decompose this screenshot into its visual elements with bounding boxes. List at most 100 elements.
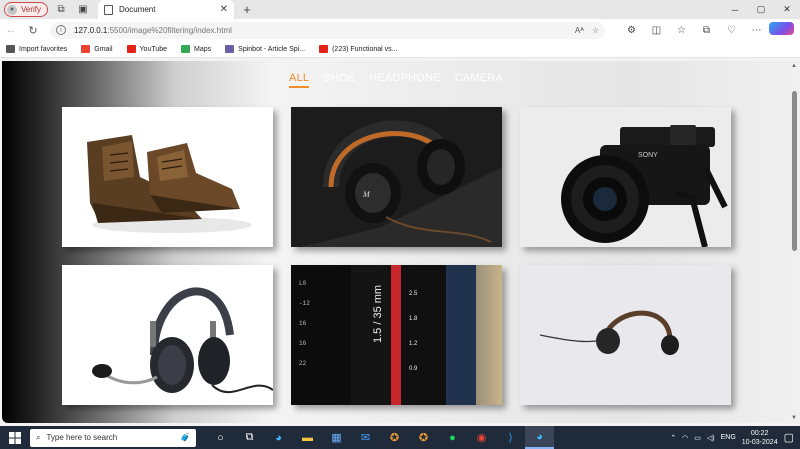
headphone-marshall-graphic: M <box>291 107 502 247</box>
close-tab-icon[interactable]: ✕ <box>220 4 228 15</box>
workspaces-icon[interactable]: ⧉ <box>52 1 70 19</box>
spotify-icon[interactable]: ● <box>438 426 467 449</box>
app-badge-icon[interactable]: ✪ <box>380 426 409 449</box>
file-explorer-icon[interactable]: ▬ <box>293 426 322 449</box>
scrollbar-thumb[interactable] <box>792 91 797 251</box>
youtube-icon <box>126 45 136 53</box>
tab-title: Document <box>119 5 156 14</box>
headphone-white-bg-graphic <box>520 265 731 405</box>
bookmark-label: Maps <box>194 45 212 53</box>
filter-camera[interactable]: CAMERA <box>455 72 503 88</box>
headphone-marshall-image[interactable]: M <box>291 107 502 247</box>
mail-icon[interactable]: ✉ <box>351 426 380 449</box>
lens-label: 1.5 / 35 mm <box>372 285 384 343</box>
search-icon: ⌕ <box>36 432 41 442</box>
headset-mic-graphic <box>62 265 273 405</box>
refresh-button[interactable]: ↻ <box>22 19 44 41</box>
app-badge-2-icon[interactable]: ✪ <box>409 426 438 449</box>
toolbar-actions: ⚙ ◫ ☆ ⧉ ♡ ⋯ <box>619 19 794 41</box>
profile-button[interactable]: ● Verify <box>4 2 49 17</box>
language-indicator[interactable]: ENG <box>721 434 736 441</box>
svg-text:L0: L0 <box>299 280 307 287</box>
volume-icon[interactable]: ◁) <box>707 434 715 442</box>
battery-icon[interactable]: ▭ <box>694 434 701 442</box>
filter-shoe[interactable]: SHOE <box>323 72 355 88</box>
camera-lens-image[interactable]: L0 -12 16 16 22 1.5 / 35 mm 2.5 1.8 1.2 0.9 <box>291 265 502 405</box>
avatar-icon: ● <box>7 4 17 15</box>
collections-icon[interactable]: ⧉ <box>694 25 719 36</box>
window-controls: ─ ▢ ✕ <box>722 0 800 19</box>
extensions-icon[interactable]: ⚙ <box>619 25 644 36</box>
tab-strip: ● Verify ⧉ ▣ Document ✕ + ─ ▢ ✕ <box>0 0 800 19</box>
windows-logo-icon <box>9 431 21 444</box>
scroll-down-icon[interactable]: ▼ <box>791 415 797 421</box>
notifications-icon[interactable]: ▢ <box>784 431 794 444</box>
read-aloud-icon[interactable]: Aᴬ <box>575 26 584 35</box>
bookmark-label: Gmail <box>94 45 113 53</box>
maximize-button[interactable]: ▢ <box>748 0 774 19</box>
vscode-icon[interactable]: ⟩ <box>496 426 525 449</box>
cortana-icon[interactable]: ○ <box>206 426 235 449</box>
search-highlight-icon: 🧳 <box>180 433 190 442</box>
filter-all[interactable]: ALL <box>289 72 310 88</box>
favorites-icon[interactable]: ☆ <box>669 25 694 36</box>
filter-headphone[interactable]: HEADPHONE <box>369 72 440 88</box>
camera-lens-graphic: L0 -12 16 16 22 1.5 / 35 mm 2.5 1.8 1.2 0.9 <box>291 265 502 405</box>
clock-time: 00:22 <box>750 429 769 437</box>
spinbot-icon <box>225 45 235 53</box>
site-info-icon[interactable]: i <box>56 25 66 35</box>
edge-active-icon[interactable]: ◕ <box>525 426 554 449</box>
camera-sony-image[interactable]: SONY <box>520 107 731 247</box>
bookmark-item[interactable]: Spinbot - Article Spi... <box>225 45 305 53</box>
boots-image-graphic <box>62 107 273 247</box>
tab-actions-icon[interactable]: ▣ <box>74 1 92 19</box>
edge-icon[interactable]: ◕ <box>264 426 293 449</box>
bookmark-item[interactable]: YouTube <box>126 45 167 53</box>
tab-document[interactable]: Document ✕ <box>98 0 235 19</box>
store-icon[interactable]: ▦ <box>322 426 351 449</box>
bookmark-item[interactable]: Maps <box>181 45 211 53</box>
url-text: 127.0.0.1:5500/image%20filtering/index.h… <box>74 25 232 35</box>
minimize-button[interactable]: ─ <box>722 0 748 19</box>
back-button[interactable]: ← <box>0 19 22 41</box>
import-favorites-icon <box>6 45 15 53</box>
maps-icon <box>181 45 191 53</box>
task-view-icon[interactable]: ⧉ <box>235 426 264 449</box>
network-icon[interactable]: ◠ <box>682 434 688 442</box>
favorite-star-icon[interactable]: ☆ <box>592 26 599 35</box>
more-menu-icon[interactable]: ⋯ <box>744 25 769 36</box>
web-page: ALL SHOE HEADPHONE CAMERA M SONY L0 -12 … <box>2 61 790 423</box>
taskbar-search-box[interactable]: ⌕ Type here to search 🧳 <box>30 428 196 447</box>
bookmark-item[interactable]: (223) Functional vs... <box>319 45 397 53</box>
profile-label: Verify <box>21 5 42 14</box>
system-tray: ⌃ ◠ ▭ ◁) ENG 00:22 10-03-2024 ▢ <box>670 426 800 449</box>
svg-text:16: 16 <box>299 320 307 327</box>
svg-text:16: 16 <box>299 340 307 347</box>
filter-nav: ALL SHOE HEADPHONE CAMERA <box>2 72 790 88</box>
browser-essentials-icon[interactable]: ♡ <box>719 25 744 36</box>
headphone-white-bg-image[interactable] <box>520 265 731 405</box>
start-button[interactable] <box>0 426 30 449</box>
bookmark-item[interactable]: Gmail <box>81 45 113 53</box>
page-scrollbar[interactable]: ▲ ▼ <box>790 61 800 423</box>
camera-sony-graphic: SONY <box>520 107 731 247</box>
page-icon <box>104 4 114 15</box>
clock[interactable]: 00:22 10-03-2024 <box>742 429 778 447</box>
close-window-button[interactable]: ✕ <box>774 0 800 19</box>
bookmark-label: (223) Functional vs... <box>332 45 398 53</box>
new-tab-button[interactable]: + <box>238 2 256 17</box>
chrome-icon[interactable]: ◉ <box>467 426 496 449</box>
youtube-icon <box>319 45 329 53</box>
svg-text:1.2: 1.2 <box>409 341 418 347</box>
split-screen-icon[interactable]: ◫ <box>644 25 669 36</box>
headset-mic-image[interactable] <box>62 265 273 405</box>
svg-text:M: M <box>362 190 371 199</box>
address-bar[interactable]: i 127.0.0.1:5500/image%20filtering/index… <box>50 21 605 39</box>
copilot-icon[interactable] <box>769 22 794 38</box>
tray-overflow-icon[interactable]: ⌃ <box>670 434 676 442</box>
svg-text:2.5: 2.5 <box>409 291 418 297</box>
bookmark-item[interactable]: Import favorites <box>6 45 67 53</box>
boots-image[interactable] <box>62 107 273 247</box>
svg-text:22: 22 <box>299 360 307 367</box>
scroll-up-icon[interactable]: ▲ <box>791 63 797 69</box>
